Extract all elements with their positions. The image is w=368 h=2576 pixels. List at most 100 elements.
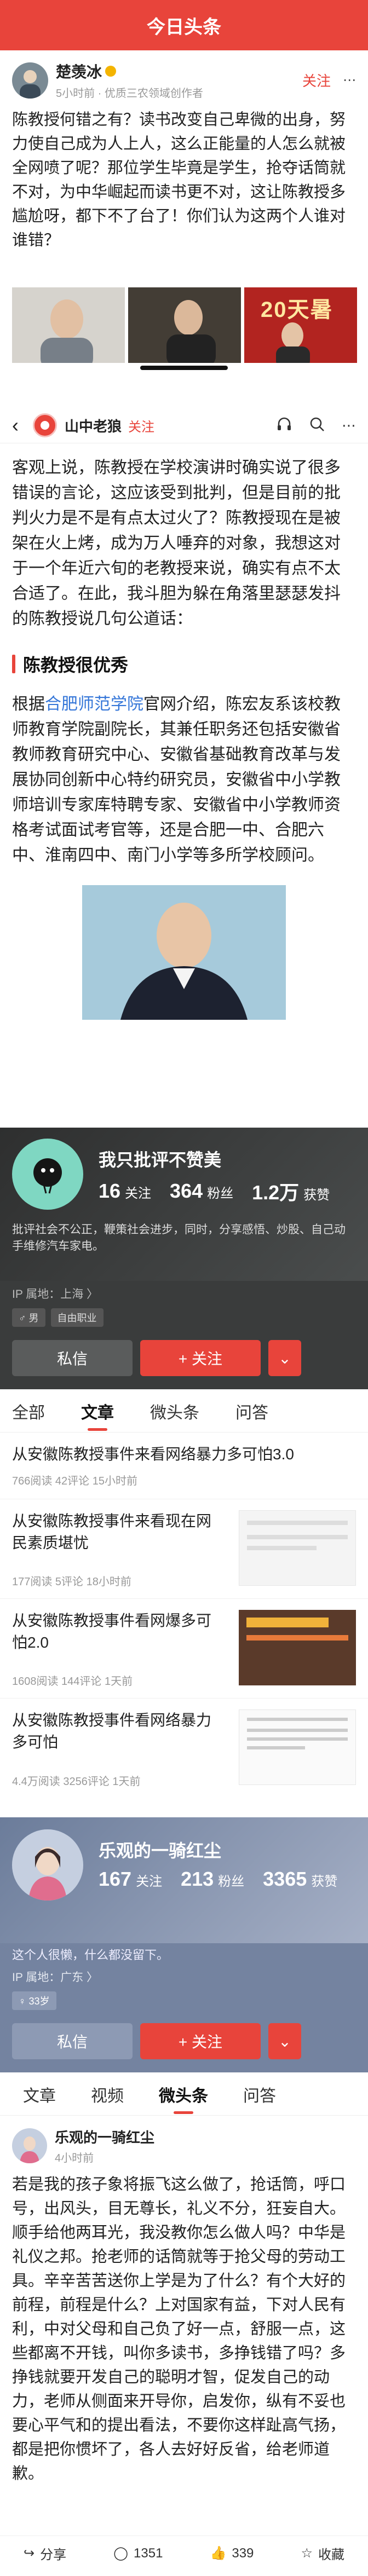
post-text: 陈教授何错之有？读书改变自己卑微的出身，努力使自己成为人上人，这么正能量的人怎么… (12, 111, 346, 249)
tab-qa[interactable]: 问答 (235, 1389, 268, 1432)
verified-icon (105, 66, 117, 77)
back-icon[interactable]: ‹ (12, 414, 19, 437)
avatar[interactable] (12, 62, 48, 99)
article-meta: 4.4万阅读 3256评论 1天前 (12, 1776, 141, 1788)
action-bar: ↪ 分享 ◯ 1351 👍 339 ☆ 收藏 (0, 2535, 368, 2571)
profile-info: IP 属地：上海 〉 ♂ 男 自由职业 私信 + 关注 ⌄ (0, 1270, 368, 1389)
tab-qa[interactable]: 问答 (243, 2072, 276, 2115)
article-paragraph-2: 根据合肥师范学院官网介绍，陈宏友系该校教师教育学院副院长，其兼任职务还包括安徽省… (0, 677, 368, 868)
list-item[interactable]: 从安徽陈教授事件来看现在网民素质堪忧 177阅读 5评论 18小时前 (0, 1499, 368, 1599)
screenshot-4: 乐观的一骑红尘 167 关注 213 粉丝 3365 获赞 这个人很懒，什么都没留下。… (0, 1817, 368, 2576)
message-button[interactable]: 私信 (12, 1340, 133, 1376)
profile-info: 这个人很懒，什么都没留下。 IP 属地：广东 〉 ♀ 33岁 私信 + 关注 ⌄ (0, 1943, 368, 2072)
post-image-1[interactable] (12, 287, 125, 363)
article-thumbnail (239, 1510, 356, 1586)
comment-button[interactable]: ◯ 1351 (113, 2545, 163, 2561)
list-item[interactable]: 从安徽陈教授事件来看网络暴力多可怕3.0 766阅读 42评论 15小时前 (0, 1433, 368, 1499)
share-icon: ↪ (24, 2546, 35, 2561)
screenshot-3: 我只批评不赞美 16 关注 364 粉丝 1.2万 获赞 批评社会不公正，鞭策社会进步… (0, 1128, 368, 1809)
article-header: ‹ 山中老狼 关注 ⋯ (0, 408, 368, 443)
profile-name: 我只批评不赞美 (99, 1150, 222, 1170)
tab-all[interactable]: 全部 (12, 1389, 45, 1432)
search-icon[interactable] (309, 416, 325, 435)
profile-tabs: 文章 视频 微头条 问答 (0, 2072, 368, 2116)
article-thumbnail (239, 1709, 356, 1785)
article-list: 从安徽陈教授事件来看网络暴力多可怕3.0 766阅读 42评论 15小时前 从安… (0, 1433, 368, 1798)
headphones-icon[interactable] (276, 415, 292, 436)
channel-avatar[interactable] (33, 413, 57, 437)
author-meta: 5小时前 · 优质三农领域创作者 (56, 88, 203, 100)
app-header: 今日头条 (0, 0, 368, 50)
more-icon[interactable]: ⋯ (342, 417, 356, 434)
post-author-avatar[interactable] (12, 2128, 47, 2163)
stat-likes[interactable]: 1.2万 获赞 (252, 1177, 330, 1205)
job-tag: 自由职业 (50, 1308, 104, 1327)
profile-bio: 这个人很懒，什么都没留下。 (12, 1948, 169, 1962)
post-image-2[interactable] (128, 287, 241, 363)
screenshot-2: ‹ 山中老狼 关注 ⋯ 客观上说，陈教授在学校演讲时确实说了很多错误的言论，这应… (0, 408, 368, 1125)
app-title: 今日头条 (147, 16, 221, 38)
post-author-row: 乐观的一骑红尘 4小时前 (0, 2116, 368, 2165)
comment-icon: ◯ (113, 2546, 129, 2561)
article-meta: 1608阅读 144评论 1天前 (12, 1676, 133, 1688)
more-icon[interactable]: ⋯ (343, 72, 356, 88)
author-row: 楚羡冰 5小时前 · 优质三农领域创作者 关注 ⋯ (0, 50, 368, 100)
profile-avatar[interactable] (12, 1829, 83, 1901)
age-tag: ♀ 33岁 (12, 1991, 56, 2010)
article-title: 从安徽陈教授事件看网络暴力多可怕 (12, 1712, 212, 1751)
dropdown-button[interactable]: ⌄ (268, 2023, 301, 2059)
stat-following[interactable]: 16 关注 (99, 1180, 151, 1203)
article-photo[interactable] (82, 885, 286, 1020)
message-button[interactable]: 私信 (12, 2023, 133, 2059)
stat-followers[interactable]: 364 粉丝 (170, 1180, 233, 1203)
post-author-name[interactable]: 乐观的一骑红尘 (55, 2127, 154, 2147)
profile-stats: 167 关注 213 粉丝 3365 获赞 (99, 1868, 356, 1891)
school-link[interactable]: 合肥师范学院 (45, 695, 143, 713)
article-title: 从安徽陈教授事件来看网络暴力多可怕3.0 (12, 1446, 294, 1463)
ip-location[interactable]: IP 属地：广东 〉 (12, 1968, 356, 1985)
profile-cover: 我只批评不赞美 16 关注 364 粉丝 1.2万 获赞 批评社会不公正，鞭策社会进步… (0, 1128, 368, 1281)
post-text: 若是我的孩子象将振飞这么做了，抢话筒，呼口号，出风头，目无尊长，礼义不分，狂妄自… (12, 2176, 346, 2482)
profile-avatar[interactable] (12, 1139, 83, 1210)
profile-bio: 批评社会不公正，鞭策社会进步，同时，分享感悟、炒股、自己动手维修汽车家电。 (12, 1223, 346, 1252)
profile-name: 乐观的一骑红尘 (99, 1841, 222, 1861)
paragraph-2-rest: 官网介绍，陈宏友系该校教师教育学院副院长，其兼任职务还包括安徽省教师教育研究中心… (12, 695, 341, 864)
stat-following[interactable]: 167 关注 (99, 1868, 162, 1891)
list-item[interactable]: 从安徽陈教授事件看网络暴力多可怕 4.4万阅读 3256评论 1天前 (0, 1699, 368, 1798)
dropdown-button[interactable]: ⌄ (268, 1340, 301, 1376)
follow-button[interactable]: 关注 (302, 70, 331, 90)
follow-button[interactable]: + 关注 (140, 1340, 261, 1376)
tab-videos[interactable]: 视频 (91, 2072, 124, 2115)
follow-button[interactable]: + 关注 (140, 2023, 261, 2059)
tab-micro[interactable]: 微头条 (150, 1389, 199, 1432)
favorite-button[interactable]: ☆ 收藏 (301, 2544, 344, 2563)
list-item[interactable]: 从安徽陈教授事件看网爆多可怕2.0 1608阅读 144评论 1天前 (0, 1599, 368, 1699)
author-name[interactable]: 楚羡冰 (56, 60, 102, 82)
article-paragraph-1: 客观上说，陈教授在学校演讲时确实说了很多错误的言论，这应该受到批判，但是目前的批… (12, 459, 341, 628)
channel-name[interactable]: 山中老狼 (65, 415, 122, 436)
tab-articles[interactable]: 文章 (81, 1389, 114, 1432)
channel-follow-button[interactable]: 关注 (128, 416, 154, 435)
section-heading: 陈教授很优秀 (0, 632, 368, 677)
section-heading-text: 陈教授很优秀 (23, 655, 129, 675)
tab-articles[interactable]: 文章 (23, 2072, 56, 2115)
post-time: 4小时前 (55, 2152, 94, 2164)
article-title: 从安徽陈教授事件来看现在网民素质堪忧 (12, 1512, 212, 1551)
tab-micro[interactable]: 微头条 (159, 2072, 208, 2115)
article-title: 从安徽陈教授事件看网爆多可怕2.0 (12, 1612, 212, 1651)
post-images: 20天暑 (12, 287, 357, 363)
post-image-3[interactable]: 20天暑 (244, 287, 357, 363)
profile-stats: 16 关注 364 粉丝 1.2万 获赞 (99, 1177, 348, 1205)
article-meta: 766阅读 42评论 15小时前 (12, 1475, 137, 1487)
screenshot-1: 今日头条 楚羡冰 5小时前 · 优质三农领域创作者 关注 ⋯ 陈教授何错之有？读… (0, 0, 368, 378)
gender-tag: ♂ 男 (12, 1308, 45, 1327)
paragraph-2-start: 根据 (12, 695, 45, 713)
stat-likes[interactable]: 3365 获赞 (263, 1868, 337, 1891)
star-icon: ☆ (301, 2546, 313, 2561)
like-button[interactable]: 👍 339 (210, 2545, 254, 2561)
share-button[interactable]: ↪ 分享 (24, 2544, 66, 2563)
profile-cover: 乐观的一骑红尘 167 关注 213 粉丝 3365 获赞 (0, 1817, 368, 1943)
article-thumbnail (239, 1610, 356, 1685)
thumbs-up-icon: 👍 (210, 2546, 227, 2561)
stat-followers[interactable]: 213 粉丝 (181, 1868, 244, 1891)
